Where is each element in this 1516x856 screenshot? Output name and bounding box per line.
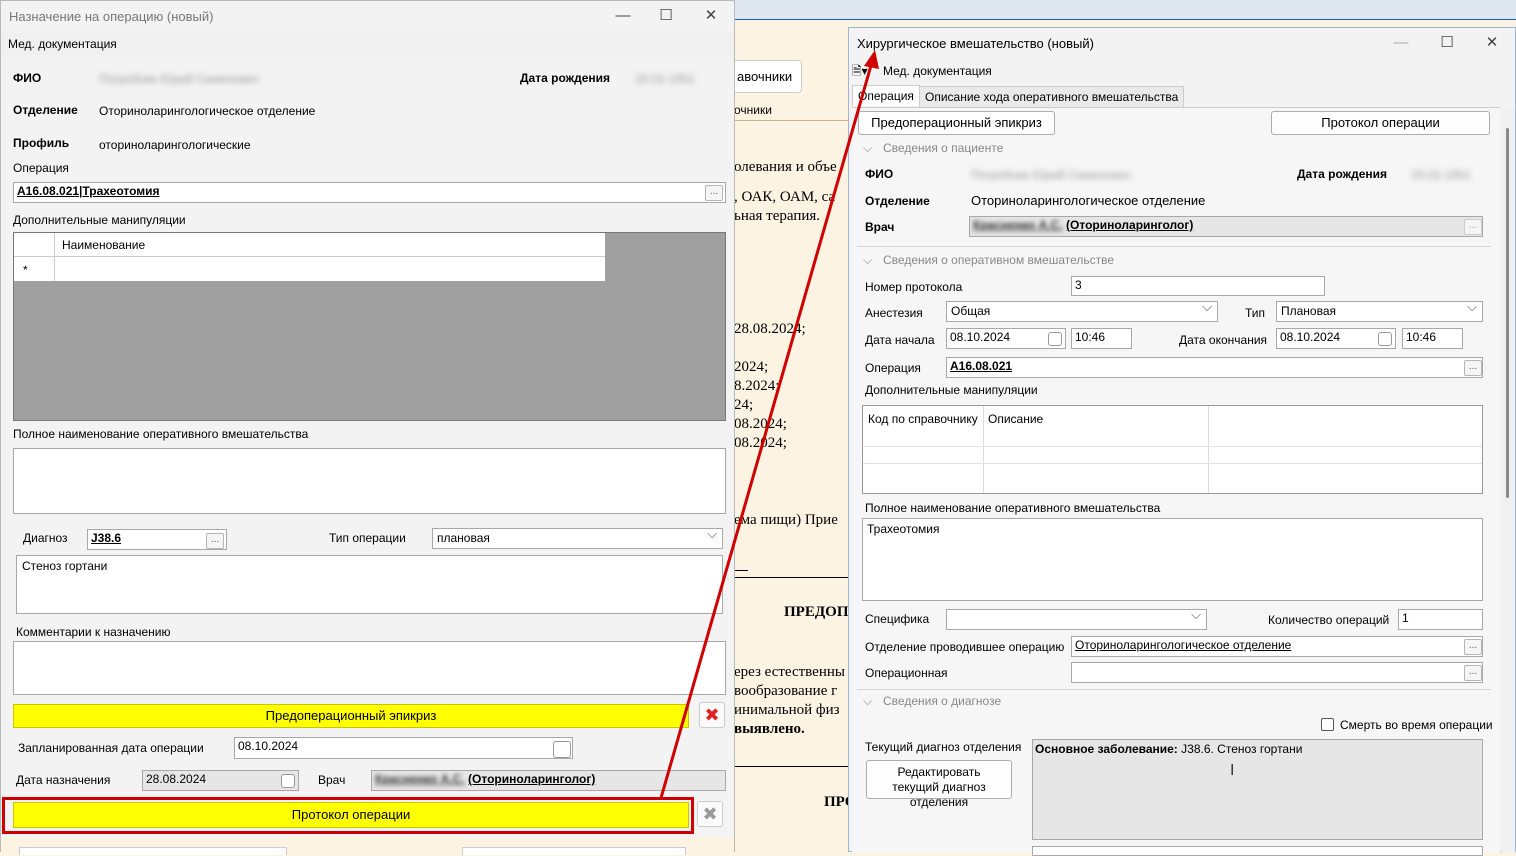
annotation-arrow (659, 50, 879, 799)
arrow-head (864, 50, 879, 69)
arrow-line (659, 61, 874, 799)
